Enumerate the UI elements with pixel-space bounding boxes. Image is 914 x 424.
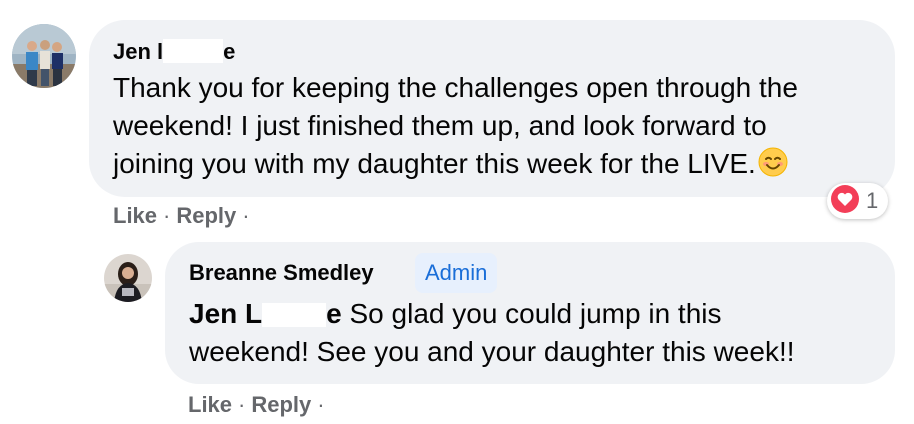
admin-badge[interactable]: Admin: [415, 253, 498, 293]
reply-author-avatar[interactable]: [104, 254, 152, 302]
like-button[interactable]: Like: [188, 392, 232, 417]
comment-line: weekend! I just finished them up, and lo…: [113, 110, 767, 141]
comment-line: Thank you for keeping the challenges ope…: [113, 72, 798, 103]
comment-text: Thank you for keeping the challenges ope…: [113, 69, 798, 187]
reaction-count: 1: [866, 188, 879, 213]
reaction-summary[interactable]: 1: [827, 183, 889, 219]
comment-actions: Like · Reply ·: [113, 203, 256, 229]
reply-bubble: Breanne Smedley Admin Jen L e So glad you…: [165, 242, 895, 384]
comment-line: joining you with my daughter this week f…: [113, 148, 756, 179]
reply-button[interactable]: Reply: [176, 203, 236, 228]
comment-bubble: Jen l e Thank you for keeping the challen…: [89, 20, 895, 197]
author-name-end[interactable]: e: [223, 39, 235, 64]
reply-button[interactable]: Reply: [251, 392, 311, 417]
mention-start[interactable]: Jen L: [189, 298, 262, 329]
love-reaction-icon: [830, 184, 860, 219]
mention-end[interactable]: e: [326, 298, 342, 329]
reply-line: Jen L e So glad you could jump in this: [189, 295, 795, 333]
redaction-box: [262, 303, 327, 327]
reply-line: weekend! See you and your daughter this …: [189, 336, 795, 367]
separator-dot: ·: [163, 203, 171, 228]
author-name-start[interactable]: Jen l: [113, 39, 163, 64]
redaction-box: [163, 39, 224, 63]
like-button[interactable]: Like: [113, 203, 157, 228]
separator-dot: ·: [238, 392, 246, 417]
comment-line-last: joining you with my daughter this week f…: [113, 145, 798, 187]
smiling-face-emoji-icon: [758, 147, 788, 187]
separator-dot: ·: [317, 392, 325, 417]
commenter-avatar[interactable]: [12, 24, 76, 88]
reply-actions: Like · Reply ·: [188, 392, 331, 418]
reply-line-text: So glad you could jump in this: [341, 298, 722, 329]
mention-link[interactable]: Jen L e: [189, 298, 342, 329]
separator-dot: ·: [242, 203, 250, 228]
reply-author-name[interactable]: Breanne Smedley: [189, 260, 374, 286]
reply-text: Jen L e So glad you could jump in this we…: [189, 295, 795, 371]
comment-author[interactable]: Jen l e: [113, 39, 235, 65]
comment-thread: Jen l e Thank you for keeping the challen…: [0, 0, 914, 424]
